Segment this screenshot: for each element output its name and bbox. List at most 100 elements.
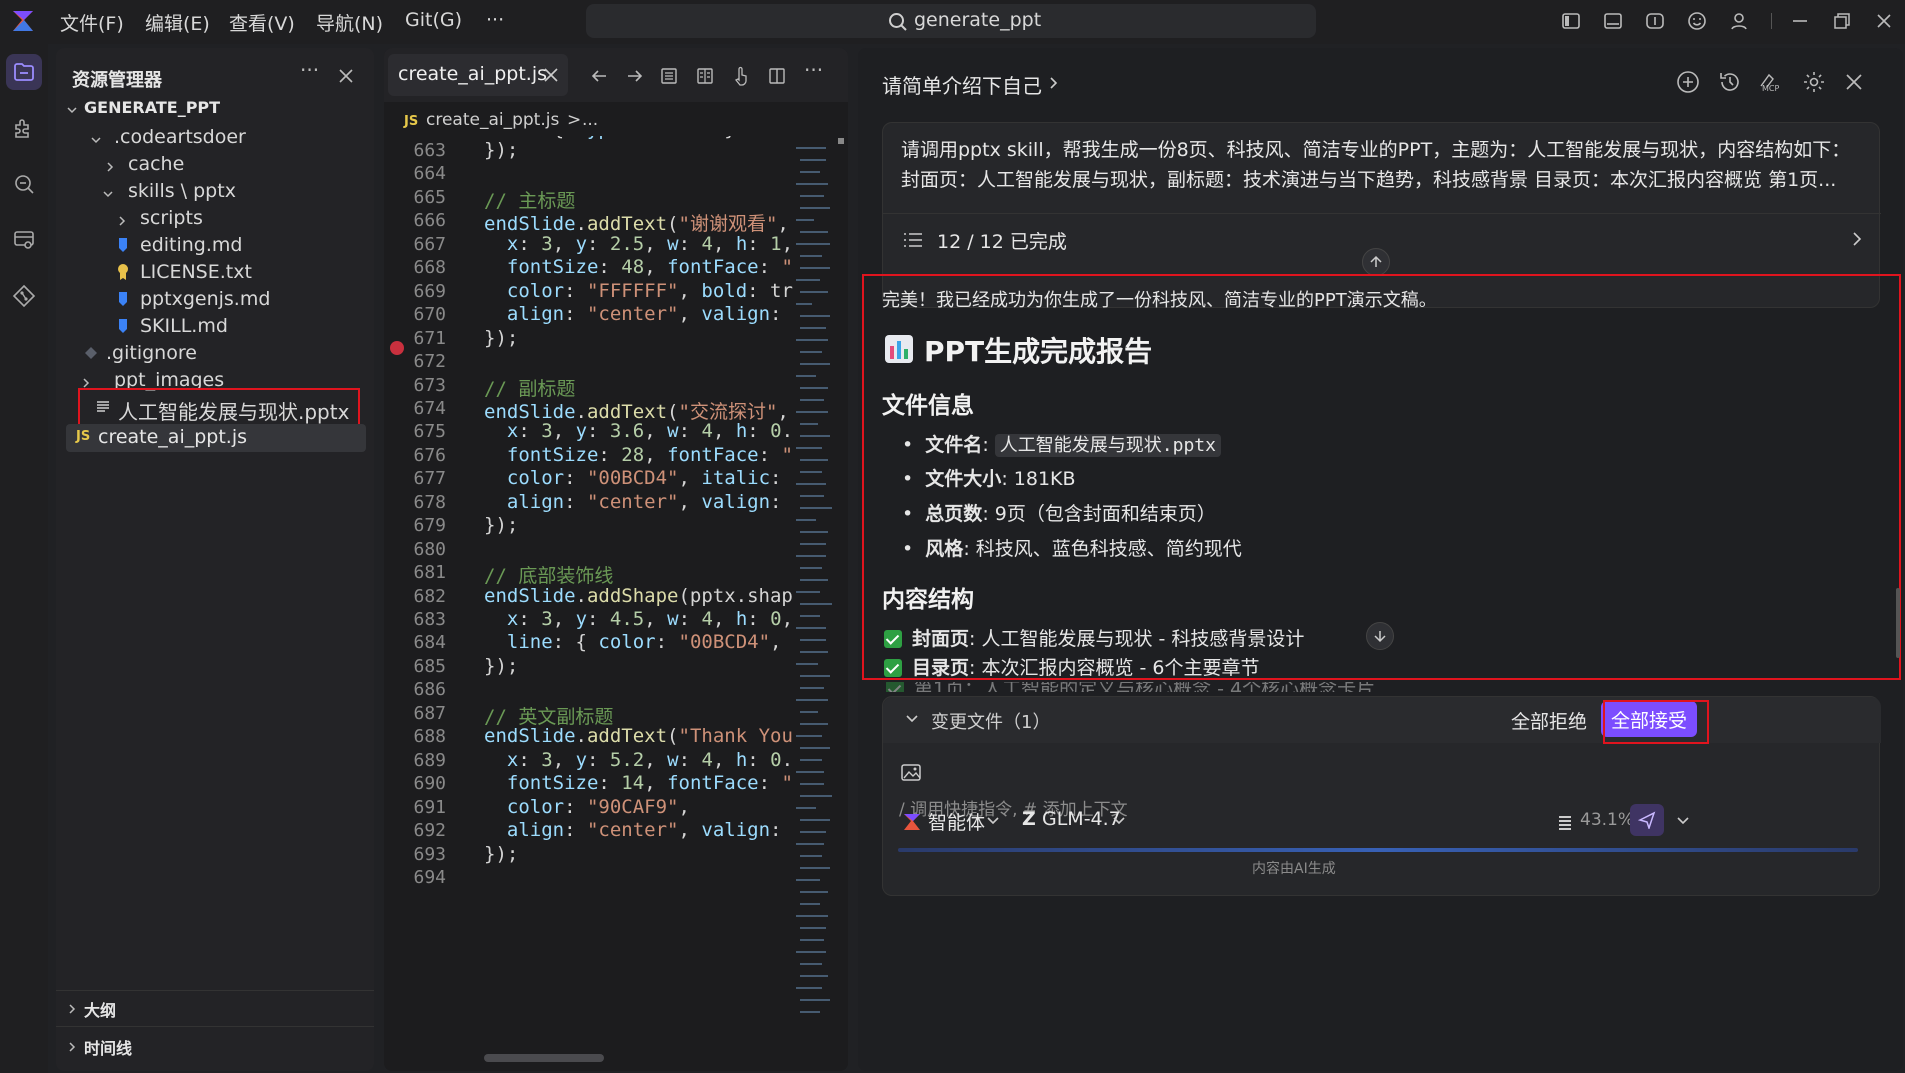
line-number: 684 xyxy=(413,632,446,654)
code-line: endSlide.addShape(pptx.shap xyxy=(484,584,793,607)
agent-selector[interactable]: 智能体 xyxy=(928,808,985,835)
explorer-title: 资源管理器 xyxy=(72,70,162,91)
list-item: • 文件名: 人工智能发展与现状.pptx xyxy=(902,430,1221,457)
horizontal-scrollbar[interactable] xyxy=(484,1054,604,1062)
restore-icon[interactable] xyxy=(1832,11,1852,31)
remote-explorer-icon[interactable] xyxy=(6,222,42,258)
reject-all-button[interactable]: 全部拒绝 xyxy=(1511,707,1587,734)
tree-file-create-js[interactable]: JS create_ai_ppt.js xyxy=(66,424,366,452)
account-icon[interactable] xyxy=(1729,11,1749,31)
history-icon[interactable] xyxy=(1718,70,1742,94)
ai-disclaimer: 内容由AI生成 xyxy=(1252,861,1336,877)
line-number: 678 xyxy=(413,491,446,513)
tree-file-pptxgenjs-md[interactable]: pptxgenjs.md xyxy=(116,288,270,310)
minimize-icon[interactable] xyxy=(1790,11,1810,31)
tree-folder-codeartsdoer[interactable]: .codeartsdoer xyxy=(91,126,246,148)
tree-label: pptxgenjs.md xyxy=(140,288,271,310)
line-number: 668 xyxy=(413,257,446,279)
extensions-icon[interactable] xyxy=(6,110,42,146)
code-area[interactable]: line: { type: 'none' }663});664665// 主标题… xyxy=(384,136,848,1071)
item-value: 第1页：人工智能的定义与核心概念 - 4个核心概念卡片 xyxy=(914,682,1375,692)
breakpoint-icon[interactable] xyxy=(390,341,404,355)
minimap[interactable] xyxy=(792,138,836,1038)
settings-gear-icon[interactable] xyxy=(1802,70,1826,94)
menu-git[interactable]: Git(G) xyxy=(405,9,462,31)
model-selector[interactable]: GLM-4.7 xyxy=(1042,808,1121,830)
scroll-down-icon[interactable] xyxy=(1366,622,1394,650)
outline-section[interactable]: 大纲 xyxy=(84,997,116,1021)
line-number: 680 xyxy=(413,538,446,560)
new-chat-icon[interactable] xyxy=(1676,70,1700,94)
toggle-sidebar-icon[interactable] xyxy=(1561,11,1581,31)
touch-icon[interactable] xyxy=(732,66,750,86)
close-chat-icon[interactable] xyxy=(1844,72,1864,92)
chevron-down-icon[interactable] xyxy=(986,816,1000,826)
feedback-icon[interactable] xyxy=(1687,11,1707,31)
tree-folder-cache[interactable]: cache xyxy=(107,153,184,175)
tree-file-editing-md[interactable]: editing.md xyxy=(116,234,242,256)
code-line: x: 3, y: 3.6, w: 4, h: 0. xyxy=(506,420,794,443)
send-options-chevron-icon[interactable] xyxy=(1676,816,1690,826)
open-preview-icon[interactable] xyxy=(660,67,678,85)
tree-label: scripts xyxy=(140,207,203,229)
changed-files-bar[interactable]: 变更文件（1） 全部拒绝 全部接受 xyxy=(883,697,1881,743)
line-number: 664 xyxy=(413,163,446,185)
close-window-icon[interactable] xyxy=(1874,11,1894,31)
split-editor-icon[interactable] xyxy=(768,67,786,85)
explorer-icon[interactable] xyxy=(6,54,42,90)
go-forward-icon[interactable] xyxy=(626,68,644,84)
source-control-icon[interactable] xyxy=(6,278,42,314)
menu-navigate[interactable]: 导航(N) xyxy=(316,9,383,36)
markdown-file-icon xyxy=(119,292,127,306)
check-icon xyxy=(884,659,902,677)
code-line: x: 3, y: 4.5, w: 4, h: 0, xyxy=(506,608,794,630)
chat-scrollbar[interactable] xyxy=(1896,588,1900,658)
command-search[interactable]: generate_ppt xyxy=(586,4,1316,38)
go-back-icon[interactable] xyxy=(590,68,608,84)
search-text: generate_ppt xyxy=(914,9,1042,31)
context-meter-icon xyxy=(1558,814,1572,832)
explorer-more-icon[interactable]: ··· xyxy=(300,58,319,82)
code-line-partial: line: { type: 'none' } xyxy=(484,136,736,140)
timeline-section[interactable]: 时间线 xyxy=(84,1035,132,1059)
send-button[interactable] xyxy=(1630,804,1664,836)
checklist-item: 目录页: 本次汇报内容概览 - 6个主要章节 xyxy=(884,653,1260,680)
breadcrumb-file[interactable]: create_ai_ppt.js xyxy=(426,110,559,130)
menu-view[interactable]: 查看(V) xyxy=(229,9,295,36)
breadcrumb-more[interactable]: ... xyxy=(582,110,598,130)
tree-folder-skills-pptx[interactable]: skills \ pptx xyxy=(103,180,236,202)
section-content-structure: 内容结构 xyxy=(882,587,974,613)
search-panel-icon[interactable] xyxy=(6,166,42,202)
tab-create-ai-ppt[interactable]: create_ai_ppt.js xyxy=(388,54,568,96)
toggle-panel-icon[interactable] xyxy=(1603,11,1623,31)
chevron-right-icon xyxy=(66,1003,78,1015)
prompt-line-1: 请调用pptx skill，帮我生成一份8页、科技风、简洁专业的PPT，主题为：… xyxy=(901,139,1851,161)
file-name-value: 人工智能发展与现状.pptx xyxy=(994,434,1221,457)
attach-image-icon[interactable] xyxy=(901,763,923,783)
menu-edit[interactable]: 编辑(E) xyxy=(145,9,210,36)
tree-folder-scripts[interactable]: scripts xyxy=(119,207,203,229)
activity-bar xyxy=(0,44,48,1073)
tree-label: .codeartsdoer xyxy=(114,126,246,148)
chevron-right-icon[interactable] xyxy=(1851,231,1863,247)
menu-file[interactable]: 文件(F) xyxy=(60,9,124,36)
compare-icon[interactable] xyxy=(696,67,714,85)
toggle-ai-panel-icon[interactable] xyxy=(1645,11,1665,31)
tree-file-skill-md[interactable]: SKILL.md xyxy=(116,315,228,337)
editor-more-icon[interactable]: ··· xyxy=(804,58,823,82)
scroll-up-icon[interactable] xyxy=(1362,248,1390,276)
workspace-root[interactable]: GENERATE_PPT xyxy=(84,98,220,117)
tree-file-license[interactable]: LICENSE.txt xyxy=(116,261,252,283)
close-explorer-icon[interactable] xyxy=(338,68,354,84)
tree-label: LICENSE.txt xyxy=(140,261,252,283)
chevron-down-icon[interactable] xyxy=(1112,816,1126,826)
close-tab-icon[interactable] xyxy=(544,68,558,82)
chat-title[interactable]: 请简单介绍下自己 xyxy=(882,70,1042,99)
prompt-line-2: 封面页：人工智能发展与现状，副标题：技术演进与当下趋势，科技感背景 目录页：本次… xyxy=(901,169,1837,191)
line-number: 685 xyxy=(413,655,446,677)
tree-label: skills \ pptx xyxy=(128,180,236,202)
mcp-icon[interactable]: MCP xyxy=(1758,72,1786,92)
tree-file-gitignore[interactable]: .gitignore xyxy=(84,342,197,364)
code-line: endSlide.addText("Thank You xyxy=(484,725,793,748)
menu-more[interactable]: ··· xyxy=(486,9,504,31)
